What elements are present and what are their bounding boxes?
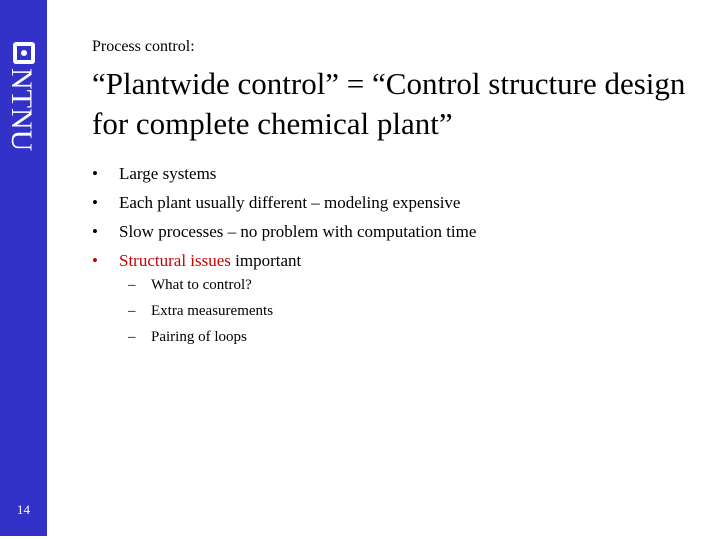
logo-dot [21,50,27,56]
bullet-text-rest: important [230,251,302,270]
bullet-text: Large systems [119,164,217,183]
logo-inner-square [17,46,31,60]
bullet-marker: • [92,164,98,183]
sidebar: NTNU 14 [0,0,47,536]
slide: NTNU 14 Process control: “Plantwide cont… [0,0,720,540]
sub-bullet-text: Extra measurements [151,303,274,319]
bullet-text: Structural issues important [119,250,301,272]
logo-text: NTNU [5,68,38,152]
slide-title: “Plantwide control” = “Control structure… [92,66,686,141]
highlighted-text: Structural issues [119,251,231,270]
sub-bullet-text: What to control? [151,277,252,293]
sub-bullet-text: Pairing of loops [151,329,247,345]
bullet-marker: • [92,193,98,212]
bullet-marker: • [92,222,98,241]
bullet-text: Slow processes – no problem with computa… [119,222,477,241]
dash-marker: – [128,303,136,319]
bullet-marker: • [92,251,98,270]
ntnu-logo-icon [13,42,35,64]
dash-marker: – [128,277,136,293]
dash-marker: – [128,329,136,345]
page-number: 14 [17,502,30,517]
bullet-text: Each plant usually different – modeling … [119,193,461,212]
slide-subtitle: Process control: [92,38,195,55]
